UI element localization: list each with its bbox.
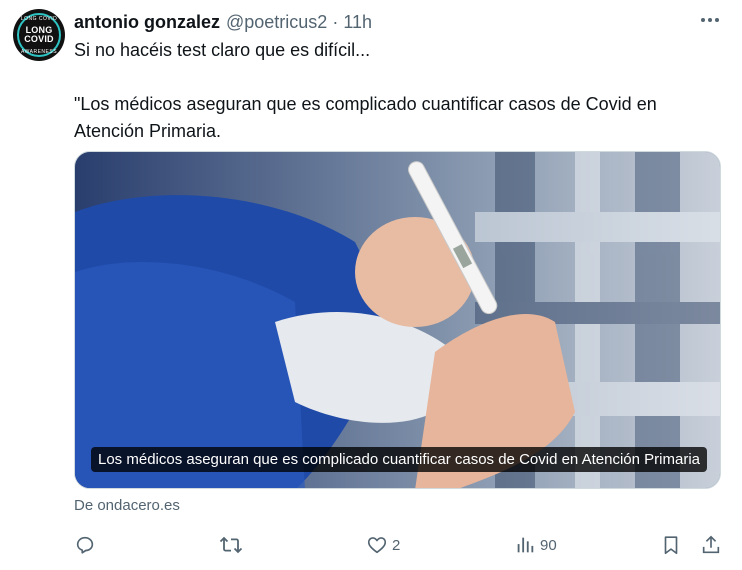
reply-icon bbox=[76, 536, 94, 554]
bookmark-icon bbox=[664, 536, 678, 555]
like-button[interactable]: 2 bbox=[366, 531, 400, 559]
tweet-header: antonio gonzalez @poetricus2 · 11h bbox=[74, 11, 372, 33]
retweet-button[interactable] bbox=[219, 531, 243, 559]
avatar-arc-top: LONG COVID bbox=[20, 16, 58, 22]
author-handle[interactable]: @poetricus2 bbox=[226, 12, 327, 33]
link-source[interactable]: De ondacero.es bbox=[74, 497, 180, 514]
like-count: 2 bbox=[392, 536, 401, 554]
views-count: 90 bbox=[540, 536, 557, 554]
thermometer-photo bbox=[75, 152, 720, 488]
retweet-icon bbox=[219, 536, 243, 554]
avatar-arc-bottom: AWARENESS bbox=[20, 49, 58, 55]
separator-dot: · bbox=[332, 11, 339, 32]
views-button[interactable]: 90 bbox=[514, 531, 557, 559]
avatar-line2: COVID bbox=[24, 34, 54, 44]
heart-icon bbox=[367, 537, 387, 554]
reply-button[interactable] bbox=[74, 531, 96, 559]
author-name[interactable]: antonio gonzalez bbox=[74, 12, 220, 33]
views-icon bbox=[517, 537, 534, 553]
link-card-image[interactable]: Los médicos aseguran que es complicado c… bbox=[74, 151, 721, 489]
share-icon bbox=[702, 535, 720, 554]
bookmark-button[interactable] bbox=[660, 531, 682, 559]
tweet-line-2: "Los médicos aseguran que es complicado … bbox=[74, 94, 657, 141]
tweet-line-1: Si no hacéis test claro que es difícil..… bbox=[74, 40, 371, 60]
tweet-actions: 2 90 bbox=[74, 531, 724, 559]
more-options-icon[interactable] bbox=[698, 8, 722, 32]
avatar[interactable]: LONG COVID LONG COVID AWARENESS bbox=[13, 9, 65, 61]
share-button[interactable] bbox=[700, 531, 722, 559]
timestamp[interactable]: 11h bbox=[343, 12, 372, 33]
link-card-caption: Los médicos aseguran que es complicado c… bbox=[91, 447, 707, 472]
tweet-text: Si no hacéis test claro que es difícil..… bbox=[74, 37, 714, 145]
